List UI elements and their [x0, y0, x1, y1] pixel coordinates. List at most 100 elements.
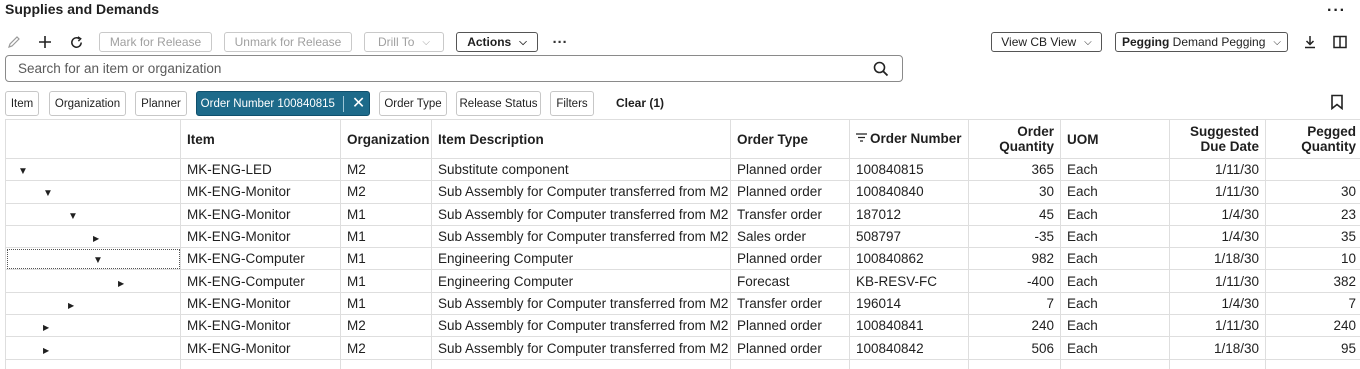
table-row[interactable]: ▶ MK-ENG-Monitor M2 Sub Assembly for Comput… [5, 314, 1360, 338]
tree-toggle-cell[interactable]: ▼ [5, 202, 181, 226]
column-header-order-quantity[interactable]: Order Quantity [968, 119, 1061, 159]
pegging-select[interactable]: Pegging Demand Pegging ⌵ [1115, 32, 1288, 52]
close-icon[interactable]: ✕ [342, 95, 365, 112]
refresh-icon[interactable] [66, 32, 86, 52]
tree-toggle-cell[interactable]: ▶ [5, 291, 181, 316]
tree-toggle-cell[interactable]: ▶ [5, 336, 181, 360]
bookmark-icon[interactable] [1330, 94, 1344, 113]
filter-order-number[interactable]: Order Number 100840815 ✕ [196, 91, 370, 116]
cell-uom: Each [1060, 336, 1170, 360]
edit-icon[interactable] [4, 32, 24, 52]
actions-button[interactable]: Actions ⌵ [456, 32, 538, 52]
column-header-pegged-quantity[interactable]: Pegged Quantity [1265, 119, 1360, 159]
table-row[interactable]: ▼ MK-ENG-Computer M1 Engineering Computer Pl… [5, 247, 1360, 271]
tree-toggle-cell[interactable]: ▼ [5, 157, 181, 182]
split-view-icon[interactable] [1330, 32, 1350, 52]
cell-item-description: Sub Assembly for Computer transferred fr… [431, 180, 731, 204]
table-row[interactable]: ▼ MK-ENG-LED M2 Substitute component Planned… [5, 157, 1360, 182]
drill-to-button[interactable]: Drill To ⌵ [364, 32, 444, 52]
empty-cell [730, 358, 850, 369]
cell-uom: Each [1060, 291, 1170, 316]
cell-item-description: Substitute component [431, 157, 731, 182]
filter-filters[interactable]: Filters [550, 91, 594, 116]
table-row[interactable]: ▶ MK-ENG-Monitor M1 Sub Assembly for Comput… [5, 224, 1360, 249]
search-input[interactable]: Search for an item or organization [5, 55, 903, 82]
more-options-icon[interactable]: ··· [1327, 2, 1346, 20]
table-row[interactable]: ▶ MK-ENG-Computer M1 Engineering Computer Fo… [5, 269, 1360, 293]
page-title: Supplies and Demands [5, 1, 160, 17]
download-icon[interactable] [1300, 32, 1320, 52]
cell-uom: Each [1060, 269, 1170, 293]
cell-item: MK-ENG-Computer [180, 247, 341, 271]
cell-item-description: Sub Assembly for Computer transferred fr… [431, 202, 731, 226]
clear-filters-button[interactable]: Clear (1) [616, 96, 664, 110]
filter-release-status[interactable]: Release Status [456, 91, 541, 116]
tree-toggle-cell[interactable]: ▶ [5, 314, 181, 338]
search-icon[interactable] [872, 60, 890, 78]
expand-triangle-icon[interactable]: ▶ [43, 323, 49, 332]
sort-icon[interactable] [856, 132, 867, 147]
column-header-order-number[interactable]: Order Number [849, 119, 969, 159]
pegging-label: Pegging [1121, 35, 1170, 49]
cell-organization: M2 [340, 336, 432, 360]
empty-cell [1265, 358, 1360, 369]
column-header-order-type[interactable]: Order Type [730, 119, 850, 159]
column-header-item[interactable]: Item [180, 119, 341, 159]
collapse-triangle-icon[interactable]: ▼ [68, 211, 78, 222]
cell-pegged-quantity: 30 [1265, 180, 1360, 204]
filter-organization[interactable]: Organization [49, 91, 126, 116]
tree-toggle-cell[interactable]: ▼ [5, 180, 181, 204]
cell-suggested-due-date: 1/18/30 [1169, 336, 1266, 360]
cell-pegged-quantity: 10 [1265, 247, 1360, 271]
collapse-triangle-icon[interactable]: ▼ [18, 166, 28, 177]
supplies-demands-table: Item Organization Item Description Order… [5, 119, 1360, 369]
cell-suggested-due-date: 1/4/30 [1169, 291, 1266, 316]
cell-organization: M1 [340, 247, 432, 271]
cell-uom: Each [1060, 224, 1170, 249]
expand-triangle-icon[interactable]: ▶ [93, 234, 99, 243]
column-header-item-description[interactable]: Item Description [431, 119, 731, 159]
tree-toggle-cell[interactable]: ▼ [5, 247, 181, 271]
column-header-organization[interactable]: Organization [340, 119, 432, 159]
expand-triangle-icon[interactable]: ▶ [43, 346, 49, 355]
table-row[interactable]: ▼ MK-ENG-Monitor M2 Sub Assembly for Comput… [5, 180, 1360, 204]
unmark-for-release-button[interactable]: Unmark for Release [224, 32, 352, 52]
cell-uom: Each [1060, 247, 1170, 271]
expand-triangle-icon[interactable]: ▶ [68, 301, 74, 310]
cell-item-description: Sub Assembly for Computer transferred fr… [431, 224, 731, 249]
chevron-down-icon: ⌵ [422, 36, 431, 48]
filter-order-type[interactable]: Order Type [379, 91, 447, 116]
more-actions-icon[interactable]: ··· [550, 32, 570, 52]
add-icon[interactable] [35, 32, 55, 52]
cell-pegged-quantity [1265, 157, 1360, 182]
collapse-triangle-icon[interactable]: ▼ [43, 188, 53, 199]
filter-planner[interactable]: Planner [135, 91, 187, 116]
filter-item[interactable]: Item [5, 91, 39, 116]
cell-organization: M1 [340, 291, 432, 316]
cell-organization: M1 [340, 202, 432, 226]
actions-label: Actions [467, 35, 512, 49]
cell-order-type: Transfer order [730, 291, 850, 316]
cell-suggested-due-date: 1/18/30 [1169, 247, 1266, 271]
expand-triangle-icon[interactable]: ▶ [118, 279, 124, 288]
table-row[interactable]: ▶ MK-ENG-Monitor M2 Sub Assembly for Comput… [5, 336, 1360, 360]
table-row-empty [5, 358, 1360, 369]
view-cb-button[interactable]: View CB View ⌵ [991, 32, 1102, 52]
cell-order-quantity: 365 [968, 157, 1061, 182]
table-row[interactable]: ▶ MK-ENG-Monitor M1 Sub Assembly for Comput… [5, 291, 1360, 316]
tree-toggle-cell[interactable]: ▶ [5, 269, 181, 293]
view-cb-label: View CB View [1001, 35, 1077, 49]
collapse-triangle-icon[interactable]: ▼ [93, 255, 103, 266]
column-header-suggested-due-date[interactable]: Suggested Due Date [1169, 119, 1266, 159]
column-header-order-number-label: Order Number [870, 131, 962, 146]
cell-order-number: 100840840 [849, 180, 969, 204]
mark-for-release-button[interactable]: Mark for Release [99, 32, 212, 52]
table-row[interactable]: ▼ MK-ENG-Monitor M1 Sub Assembly for Comput… [5, 202, 1360, 226]
column-header-uom[interactable]: UOM [1060, 119, 1170, 159]
tree-toggle-cell[interactable]: ▶ [5, 224, 181, 249]
cell-suggested-due-date: 1/11/30 [1169, 314, 1266, 338]
cell-item: MK-ENG-Monitor [180, 180, 341, 204]
cell-order-number: 100840841 [849, 314, 969, 338]
chevron-down-icon: ⌵ [1273, 36, 1281, 48]
cell-order-type: Transfer order [730, 202, 850, 226]
